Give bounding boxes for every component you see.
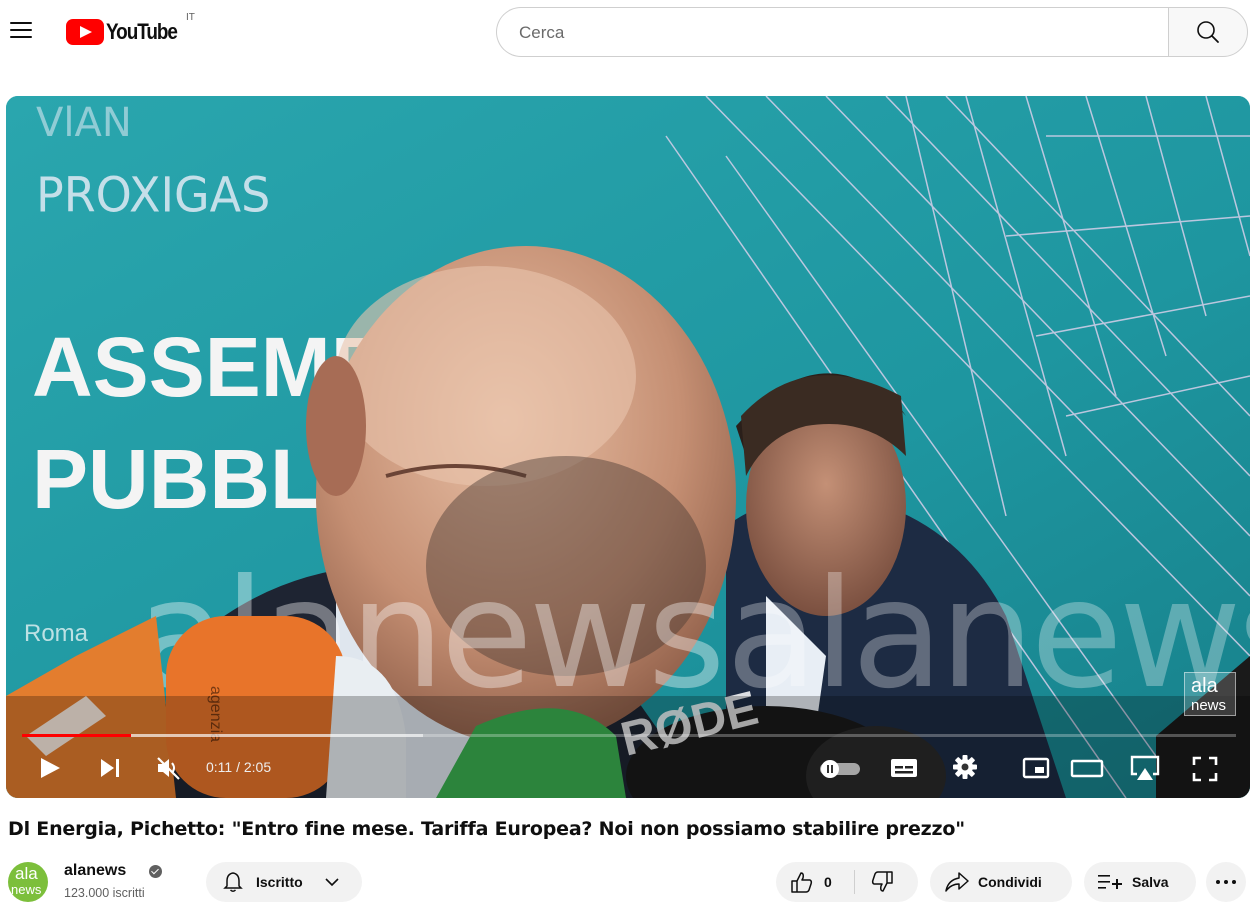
- like-dislike-group: 0: [776, 862, 918, 902]
- watermark-badge-bottom: news: [1191, 697, 1227, 714]
- banner-text-2: PUBBL: [32, 432, 321, 526]
- youtube-play-icon: [66, 19, 104, 45]
- masthead: YouTube IT: [0, 0, 1250, 66]
- subtitles-icon[interactable]: [890, 756, 918, 780]
- progress-played: [22, 734, 132, 737]
- like-button[interactable]: 0: [776, 862, 854, 902]
- youtube-logo[interactable]: YouTube: [66, 18, 188, 46]
- watermark-badge: ala news: [1184, 672, 1236, 716]
- autoplay-toggle[interactable]: [818, 758, 862, 780]
- more-actions-button[interactable]: [1206, 862, 1246, 902]
- svg-text:alanews: alanews: [726, 548, 1250, 722]
- save-label: Salva: [1132, 874, 1169, 890]
- watermark-badge-top: ala: [1191, 675, 1218, 697]
- video-player[interactable]: PROXIGAS VlAN ASSEMBL PUBBL alanews alan…: [6, 96, 1250, 798]
- progress-bar[interactable]: [22, 734, 1236, 737]
- channel-owner: ala news alanews 123.000 iscritti Iscrit…: [8, 862, 408, 902]
- thumbs-down-icon: [871, 871, 893, 892]
- dislike-button[interactable]: [856, 862, 918, 902]
- share-button[interactable]: Condividi: [930, 862, 1072, 902]
- subscribed-label: Iscritto: [256, 874, 303, 890]
- chevron-down-icon: [325, 878, 339, 887]
- avatar-text-bottom: news: [11, 882, 42, 897]
- channel-name[interactable]: alanews: [64, 862, 126, 880]
- next-icon[interactable]: [98, 756, 122, 780]
- region-code: IT: [186, 12, 195, 23]
- thumbs-up-icon: [791, 872, 813, 893]
- fullscreen-icon[interactable]: [1192, 756, 1218, 782]
- verified-badge-icon: [149, 865, 162, 878]
- share-label: Condividi: [978, 874, 1042, 890]
- save-button[interactable]: Salva: [1084, 862, 1196, 902]
- location-text: Roma: [24, 620, 89, 647]
- subscribed-button[interactable]: Iscritto: [206, 862, 362, 902]
- time-display: 0:11 / 2:05: [206, 759, 272, 775]
- video-frame: PROXIGAS VlAN ASSEMBL PUBBL alanews alan…: [6, 96, 1250, 798]
- sponsor-text: PROXIGAS: [36, 167, 270, 223]
- miniplayer-icon[interactable]: [1022, 756, 1050, 780]
- divider: [854, 870, 855, 894]
- menu-icon[interactable]: [8, 16, 36, 44]
- bell-icon: [223, 872, 243, 892]
- like-count: 0: [824, 874, 832, 890]
- logo-text: YouTube: [106, 19, 178, 44]
- share-arrow-icon: [945, 872, 969, 892]
- more-horizontal-icon: [1216, 880, 1236, 884]
- search-box: [496, 7, 1168, 57]
- theater-mode-icon[interactable]: [1070, 756, 1104, 780]
- play-icon[interactable]: [38, 756, 62, 780]
- channel-avatar[interactable]: ala news: [8, 862, 48, 902]
- airplay-icon[interactable]: [1128, 754, 1162, 782]
- video-title: Dl Energia, Pichetto: "Entro fine mese. …: [8, 818, 965, 840]
- mute-icon[interactable]: [156, 756, 182, 780]
- save-playlist-icon: [1098, 875, 1122, 889]
- search-icon: [1197, 21, 1219, 43]
- svg-text:VlAN: VlAN: [36, 100, 132, 146]
- settings-gear-icon[interactable]: [952, 754, 978, 780]
- search-button[interactable]: [1168, 7, 1248, 57]
- avatar-text-top: ala: [15, 864, 38, 883]
- search-input[interactable]: [519, 21, 1139, 45]
- subscriber-count: 123.000 iscritti: [64, 886, 145, 900]
